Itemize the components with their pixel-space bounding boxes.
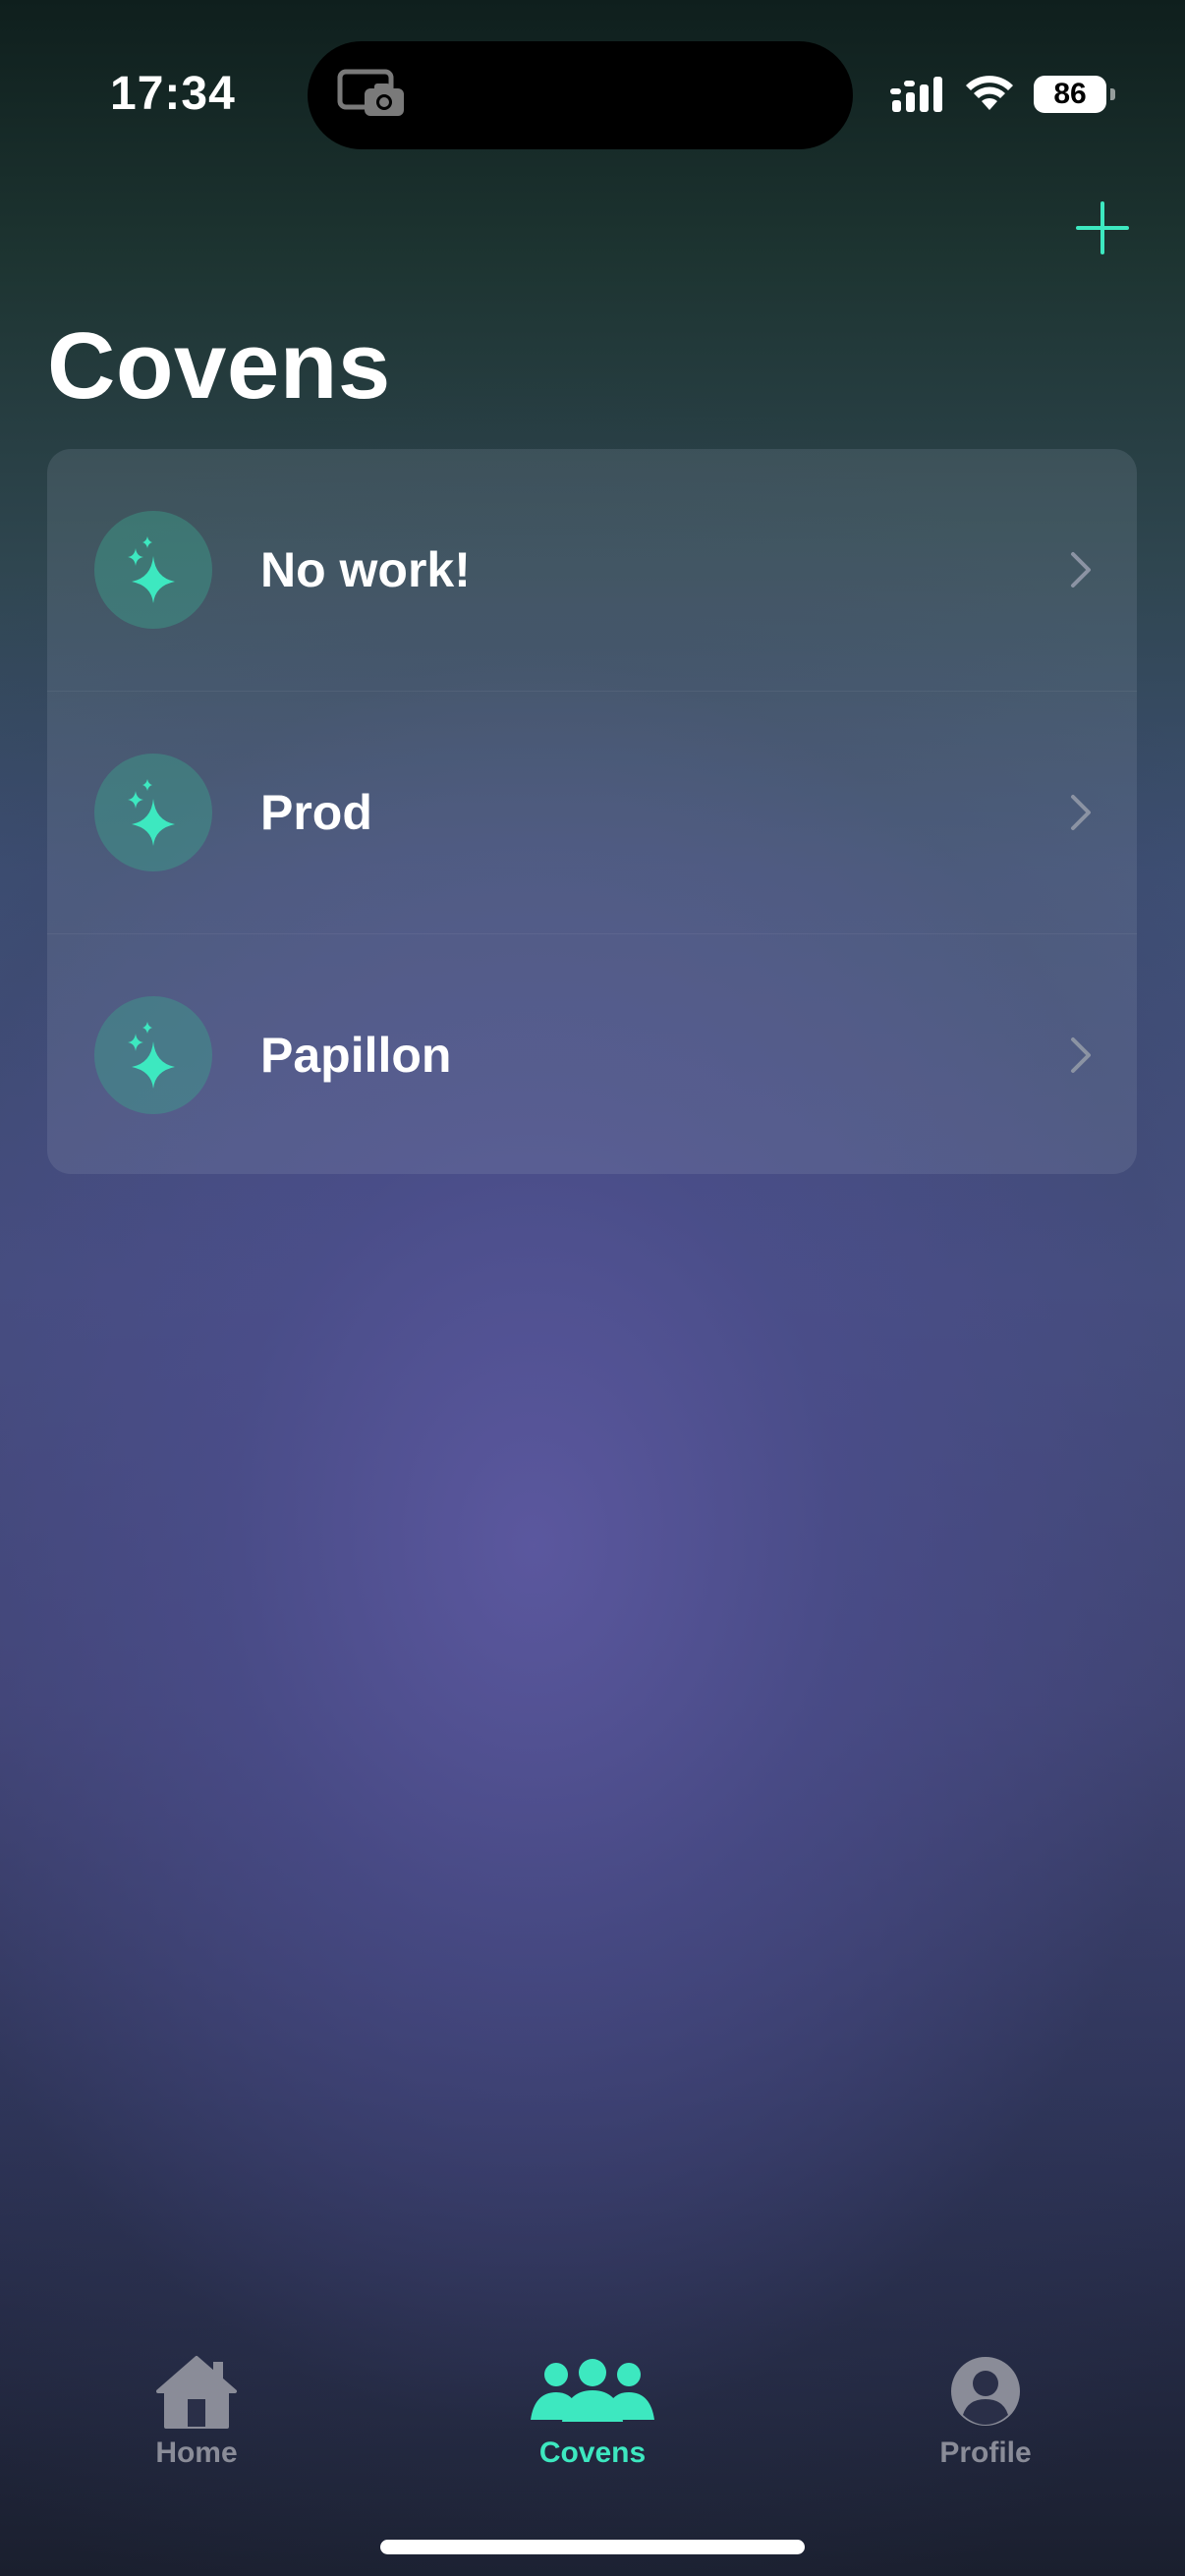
coven-name: No work! [260, 542, 471, 597]
coven-name: Prod [260, 785, 372, 840]
sparkles-icon [128, 779, 175, 846]
plus-icon [1076, 201, 1129, 254]
coven-avatar [94, 511, 212, 629]
dynamic-island [308, 41, 853, 149]
page-title: Covens [47, 313, 391, 419]
tab-home[interactable]: Home [79, 2352, 314, 2470]
coven-row-papillon[interactable]: Papillon [47, 933, 1137, 1174]
sparkles-icon [128, 1022, 175, 1089]
add-coven-button[interactable] [1071, 196, 1134, 259]
tab-home-label: Home [155, 2436, 238, 2469]
coven-row-prod[interactable]: Prod [47, 691, 1137, 933]
camera-icon [337, 69, 404, 116]
house-icon [156, 2356, 237, 2429]
status-time: 17:34 [110, 68, 236, 120]
battery-icon: 86 [1034, 76, 1115, 113]
people-icon [531, 2359, 654, 2422]
status-bar: 17:34 86 [0, 0, 1185, 187]
coven-avatar [94, 996, 212, 1114]
tab-covens-label: Covens [538, 2436, 647, 2469]
sparkles-icon [128, 536, 175, 603]
coven-row-no-work[interactable]: No work! [47, 449, 1137, 691]
tab-covens[interactable]: Covens [475, 2352, 710, 2470]
chevron-right-icon [1071, 1037, 1091, 1073]
tab-profile-label: Profile [939, 2436, 1032, 2469]
person-circle-icon [951, 2357, 1020, 2426]
home-indicator[interactable] [380, 2540, 805, 2554]
tab-bar: Home Covens Profile [0, 2328, 1185, 2486]
tab-profile[interactable]: Profile [868, 2352, 1103, 2470]
coven-avatar [94, 754, 212, 871]
status-icons: 86 [890, 73, 1115, 116]
wifi-icon [966, 76, 1013, 110]
chevron-right-icon [1071, 795, 1091, 830]
coven-list: No work! Prod Papillon [47, 449, 1137, 1174]
coven-name: Papillon [260, 1028, 452, 1083]
signal-icon [890, 77, 942, 112]
chevron-right-icon [1071, 552, 1091, 588]
